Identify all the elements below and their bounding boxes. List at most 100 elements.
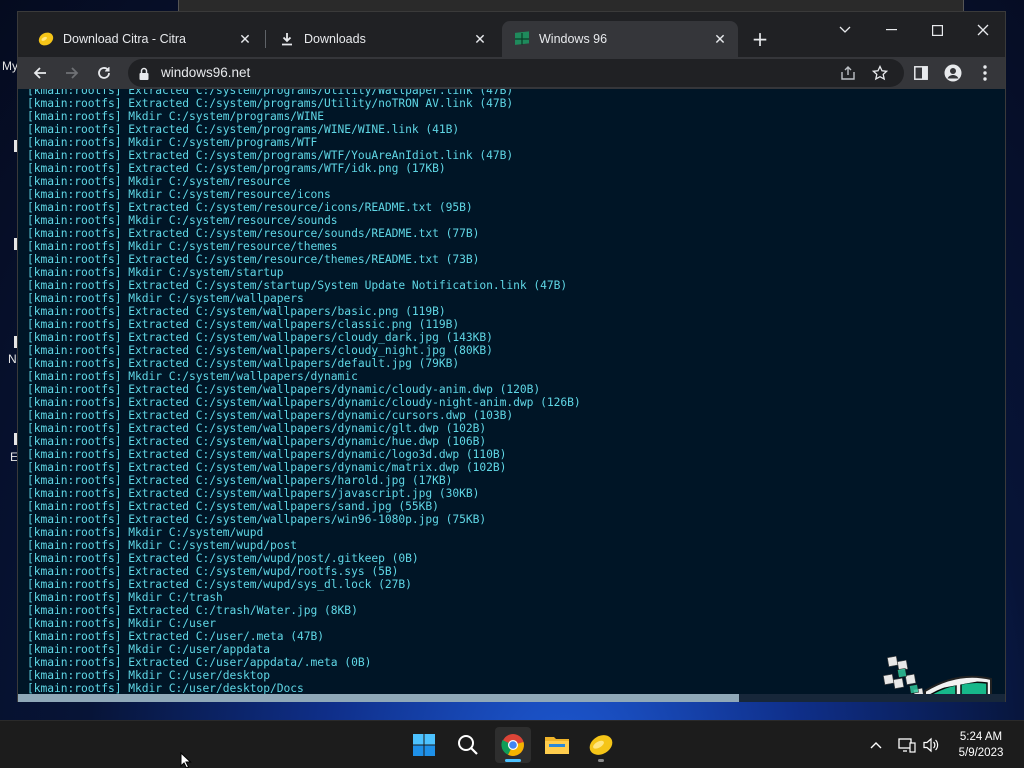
search-button[interactable] xyxy=(450,727,486,763)
terminal-line: [kmain:rootfs] Extracted C:/system/progr… xyxy=(27,97,514,110)
terminal-line: [kmain:rootfs] Extracted C:/user/.meta (… xyxy=(27,630,325,643)
new-tab-button[interactable]: + xyxy=(747,26,773,52)
reload-button[interactable] xyxy=(92,61,116,85)
more-vert-icon xyxy=(983,65,987,81)
maximize-icon xyxy=(931,24,943,36)
terminal-line: [kmain:rootfs] Extracted C:/trash/Water.… xyxy=(27,604,358,617)
terminal-line: [kmain:rootfs] Extracted C:/system/wupd/… xyxy=(27,565,399,578)
profile-icon xyxy=(944,64,962,82)
terminal-line: [kmain:rootfs] Mkdir C:/user/desktop/Doc… xyxy=(27,682,304,694)
terminal-line: [kmain:rootfs] Extracted C:/system/progr… xyxy=(27,123,460,136)
network-status[interactable] xyxy=(897,735,917,755)
close-icon[interactable]: ✕ xyxy=(712,31,728,47)
terminal-line: [kmain:rootfs] Extracted C:/system/wupd/… xyxy=(27,552,419,565)
terminal-line: [kmain:rootfs] Mkdir C:/system/programs/… xyxy=(27,110,325,123)
back-button[interactable] xyxy=(28,61,52,85)
windows96-icon xyxy=(514,31,530,47)
terminal-line: [kmain:rootfs] Extracted C:/system/progr… xyxy=(27,162,446,175)
running-indicator xyxy=(505,759,521,762)
terminal-line: [kmain:rootfs] Extracted C:/system/wallp… xyxy=(27,513,487,526)
terminal-line: [kmain:rootfs] Extracted C:/system/wallp… xyxy=(27,357,460,370)
terminal-line: [kmain:rootfs] Extracted C:/system/wallp… xyxy=(27,331,493,344)
tab-download-citra[interactable]: Download Citra - Citra ✕ xyxy=(26,21,263,57)
terminal-line: [kmain:rootfs] Mkdir C:/user/appdata xyxy=(27,643,271,656)
minimize-icon xyxy=(885,29,897,31)
terminal-line: [kmain:rootfs] Extracted C:/system/wallp… xyxy=(27,318,460,331)
close-icon xyxy=(977,24,989,36)
terminal-line: [kmain:rootfs] Extracted C:/system/wallp… xyxy=(27,383,541,396)
terminal-line: [kmain:rootfs] Extracted C:/system/wallp… xyxy=(27,448,507,461)
terminal-line: [kmain:rootfs] Extracted C:/system/wallp… xyxy=(27,305,446,318)
chevron-down-icon xyxy=(839,26,851,33)
tab-separator xyxy=(265,30,266,48)
terminal-line: [kmain:rootfs] Mkdir C:/system/programs/… xyxy=(27,136,318,149)
tab-windows96[interactable]: Windows 96 ✕ xyxy=(502,21,738,57)
browser-toolbar: windows96.net xyxy=(18,57,1005,89)
terminal-line: [kmain:rootfs] Mkdir C:/system/resource/… xyxy=(27,214,338,227)
terminal-line: [kmain:rootfs] Extracted C:/system/wallp… xyxy=(27,344,493,357)
scrollbar-thumb[interactable] xyxy=(18,694,739,702)
volume-control[interactable] xyxy=(921,735,941,755)
maximize-button[interactable] xyxy=(914,16,960,44)
terminal-line: [kmain:rootfs] Extracted C:/system/wallp… xyxy=(27,396,581,409)
terminal-line: [kmain:rootfs] Mkdir C:/system/wupd xyxy=(27,526,264,539)
minimize-button[interactable] xyxy=(868,16,914,44)
citra-icon xyxy=(589,735,613,755)
chrome-icon xyxy=(501,734,524,756)
bookmark-star-icon[interactable] xyxy=(871,64,889,82)
network-icon xyxy=(898,738,916,753)
terminal-line: [kmain:rootfs] Mkdir C:/system/resource/… xyxy=(27,188,331,201)
taskbar-clock[interactable]: 5:24 AM 5/9/2023 xyxy=(946,729,1016,761)
clock-time: 5:24 AM xyxy=(959,731,1003,743)
folder-icon xyxy=(545,737,569,754)
lock-icon[interactable] xyxy=(138,66,150,85)
terminal-line: [kmain:rootfs] Mkdir C:/user/desktop xyxy=(27,669,271,682)
terminal-line: [kmain:rootfs] Extracted C:/system/wallp… xyxy=(27,422,487,435)
citra-icon xyxy=(38,31,54,47)
desktop-icon-label-n[interactable]: N xyxy=(8,352,17,366)
horizontal-scrollbar[interactable] xyxy=(18,694,1005,702)
tab-strip: Download Citra - Citra ✕ Downloads ✕ Win… xyxy=(18,12,1005,57)
close-window-button[interactable] xyxy=(960,16,1006,44)
terminal-line: [kmain:rootfs] Extracted C:/system/wupd/… xyxy=(27,578,412,591)
menu-button[interactable] xyxy=(973,61,997,85)
speaker-icon xyxy=(923,737,939,753)
terminal-line: [kmain:rootfs] Mkdir C:/system/wallpaper… xyxy=(27,292,304,305)
arrow-right-icon xyxy=(66,67,79,79)
browser-window: Download Citra - Citra ✕ Downloads ✕ Win… xyxy=(17,11,1006,702)
terminal-line: [kmain:rootfs] Mkdir C:/system/wupd/post xyxy=(27,539,298,552)
taskbar-citra[interactable] xyxy=(583,727,619,763)
terminal-line: [kmain:rootfs] Extracted C:/system/wallp… xyxy=(27,435,487,448)
forward-button[interactable] xyxy=(60,61,84,85)
terminal-line: [kmain:rootfs] Extracted C:/system/wallp… xyxy=(27,409,514,422)
address-text[interactable]: windows96.net xyxy=(161,65,250,80)
close-icon[interactable]: ✕ xyxy=(237,31,253,47)
reload-icon xyxy=(98,67,110,79)
taskbar-file-explorer[interactable] xyxy=(539,727,575,763)
search-icon xyxy=(458,735,478,755)
tab-search-button[interactable] xyxy=(822,16,868,44)
tab-downloads[interactable]: Downloads ✕ xyxy=(267,21,498,57)
chevron-up-icon xyxy=(870,742,882,749)
terminal-line: [kmain:rootfs] Mkdir C:/system/resource xyxy=(27,175,291,188)
windows96-logo xyxy=(879,655,992,694)
tab-title: Download Citra - Citra xyxy=(63,32,186,46)
side-panel-button[interactable] xyxy=(909,61,933,85)
show-hidden-icons-button[interactable] xyxy=(866,735,886,755)
download-icon xyxy=(279,31,295,47)
profile-button[interactable] xyxy=(941,61,965,85)
share-icon[interactable] xyxy=(839,64,857,82)
terminal-line: [kmain:rootfs] Mkdir C:/system/wallpaper… xyxy=(27,370,358,383)
terminal-output[interactable]: [kmain:rootfs] Extracted C:/system/progr… xyxy=(18,89,1005,694)
desktop-icon-label-my[interactable]: My xyxy=(2,59,18,73)
running-indicator xyxy=(598,759,604,762)
tab-title: Downloads xyxy=(304,32,366,46)
start-button[interactable] xyxy=(406,727,442,763)
terminal-line: [kmain:rootfs] Extracted C:/system/start… xyxy=(27,279,568,292)
address-bar[interactable]: windows96.net xyxy=(128,59,904,87)
tab-title: Windows 96 xyxy=(539,32,608,46)
taskbar-chrome[interactable] xyxy=(495,727,531,763)
close-icon[interactable]: ✕ xyxy=(472,31,488,47)
terminal-line: [kmain:rootfs] Extracted C:/user/appdata… xyxy=(27,656,372,669)
terminal-line: [kmain:rootfs] Extracted C:/system/resou… xyxy=(27,227,480,240)
